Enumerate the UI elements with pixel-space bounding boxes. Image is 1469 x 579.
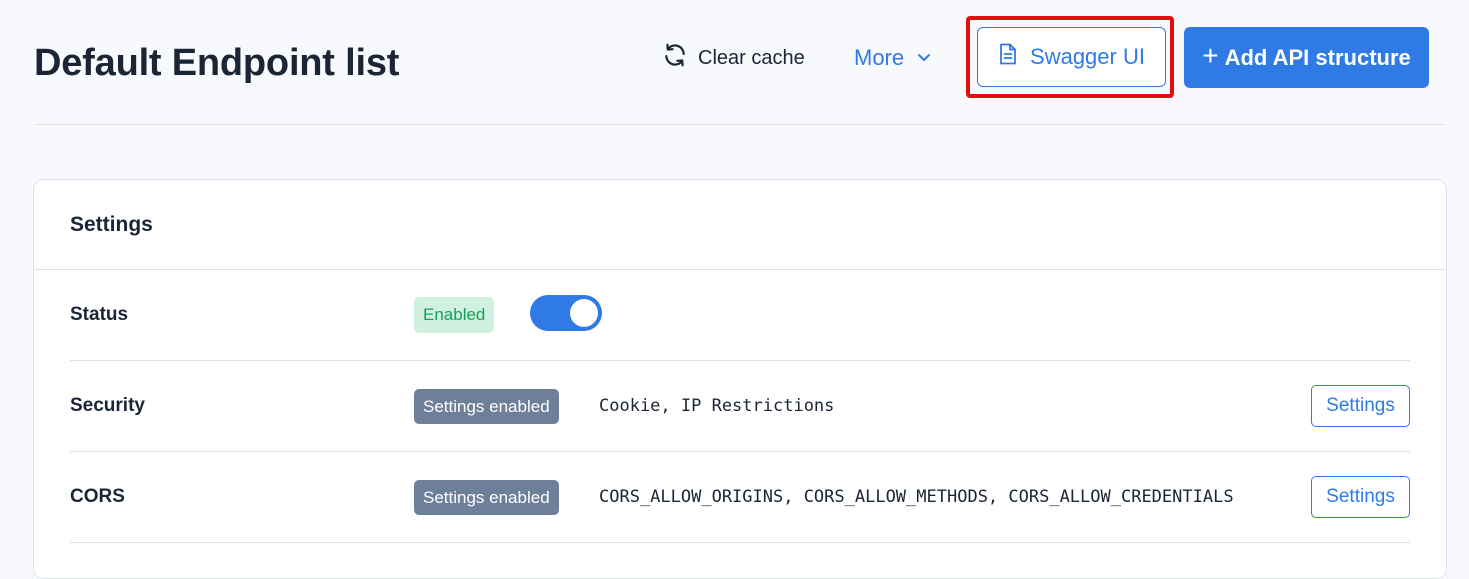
swagger-ui-button[interactable]: Swagger UI: [977, 27, 1166, 87]
settings-card: Settings Status Enabled Security Setting…: [33, 179, 1447, 579]
status-badge: Enabled: [414, 297, 495, 333]
plus-icon: +: [1202, 40, 1219, 71]
more-dropdown[interactable]: More: [854, 42, 932, 74]
cors-settings-button[interactable]: Settings: [1311, 476, 1410, 518]
chevron-down-icon: [916, 45, 932, 71]
status-label: Status: [70, 304, 129, 325]
cors-value: CORS_ALLOW_ORIGINS, CORS_ALLOW_METHODS, …: [599, 487, 1234, 507]
settings-title: Settings: [70, 212, 153, 236]
security-row: Security Settings enabled Cookie, IP Res…: [70, 361, 1410, 452]
status-row: Status Enabled: [70, 270, 1410, 361]
document-icon: [998, 43, 1018, 71]
status-toggle[interactable]: [530, 295, 602, 331]
more-label: More: [854, 45, 905, 70]
page-title: Default Endpoint list: [34, 42, 400, 84]
add-api-structure-button[interactable]: + Add API structure: [1184, 27, 1429, 88]
settings-card-header: Settings: [34, 180, 1446, 270]
security-label: Security: [70, 395, 145, 416]
clear-cache-button[interactable]: Clear cache: [662, 42, 805, 74]
refresh-icon: [662, 42, 688, 74]
cors-row: CORS Settings enabled CORS_ALLOW_ORIGINS…: [70, 452, 1410, 543]
add-api-structure-label: Add API structure: [1224, 44, 1411, 70]
page-header: Default Endpoint list Clear cache More S…: [34, 0, 1446, 125]
swagger-ui-label: Swagger UI: [1030, 44, 1145, 69]
clear-cache-label: Clear cache: [698, 46, 805, 69]
cors-badge: Settings enabled: [414, 480, 559, 515]
settings-rows: Status Enabled Security Settings enabled…: [34, 270, 1446, 543]
cors-label: CORS: [70, 486, 125, 507]
security-badge: Settings enabled: [414, 389, 559, 424]
toggle-knob: [570, 299, 598, 327]
security-value: Cookie, IP Restrictions: [599, 396, 835, 416]
security-settings-button[interactable]: Settings: [1311, 385, 1410, 427]
